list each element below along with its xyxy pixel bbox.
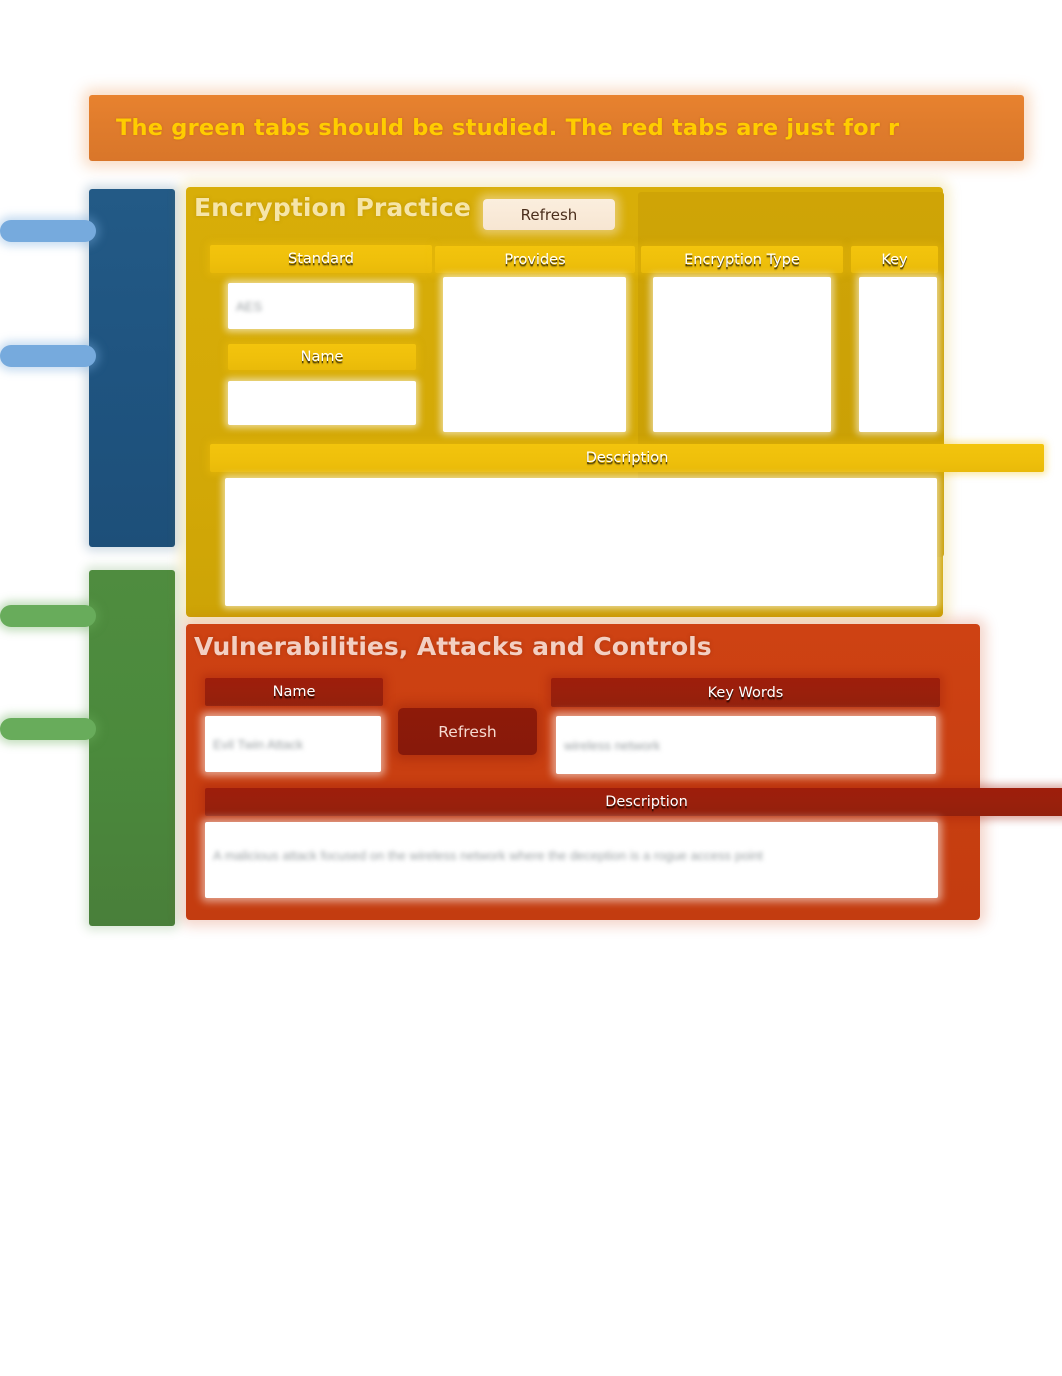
key-label: Key: [881, 251, 908, 268]
vuln-description-field-header: Description: [205, 788, 1062, 816]
notice-banner-text: The green tabs should be studied. The re…: [116, 115, 900, 141]
encryption-type-input[interactable]: [653, 277, 831, 432]
key-input[interactable]: [859, 277, 937, 432]
standard-value: AES: [236, 298, 263, 314]
vulnerabilities-title: Vulnerabilities, Attacks and Controls: [194, 632, 712, 661]
sidebar-tab-blue-1[interactable]: [0, 220, 96, 242]
key-words-value: wireless network: [564, 737, 661, 753]
vuln-description-label: Description: [605, 794, 688, 810]
sidebar-tab-column-blue[interactable]: [89, 189, 175, 547]
encryption-type-label: Encryption Type: [684, 251, 800, 268]
vuln-description-value: A malicious attack focused on the wirele…: [213, 848, 763, 863]
vuln-description-input[interactable]: A malicious attack focused on the wirele…: [205, 822, 938, 898]
vuln-name-field-header: Name: [205, 678, 383, 706]
standard-field-header: Standard: [210, 245, 432, 273]
key-words-input[interactable]: wireless network: [556, 716, 936, 774]
vuln-name-value: Evil Twin Attack: [213, 736, 304, 752]
encryption-name-label: Name: [300, 349, 344, 365]
encryption-refresh-button[interactable]: Refresh: [483, 199, 615, 230]
encryption-description-field-header: Description: [210, 444, 1044, 472]
provides-field-header: Provides: [435, 246, 635, 273]
encryption-type-field-header: Encryption Type: [641, 246, 843, 273]
provides-input[interactable]: [443, 277, 626, 432]
sidebar-tab-green-1[interactable]: [0, 605, 96, 627]
sidebar-tab-green-2[interactable]: [0, 718, 96, 740]
encryption-description-input[interactable]: [225, 478, 937, 606]
encryption-practice-title: Encryption Practice: [194, 193, 471, 222]
standard-input[interactable]: AES: [228, 283, 414, 329]
provides-label: Provides: [504, 251, 566, 268]
key-words-field-header: Key Words: [551, 678, 940, 707]
sidebar-tab-column-green[interactable]: [89, 570, 175, 926]
key-words-label: Key Words: [707, 684, 784, 701]
encryption-name-input[interactable]: [228, 381, 416, 425]
vuln-name-input[interactable]: Evil Twin Attack: [205, 716, 381, 772]
vuln-name-label: Name: [272, 684, 316, 700]
vulnerabilities-refresh-button[interactable]: Refresh: [398, 708, 537, 755]
encryption-description-label: Description: [585, 450, 669, 466]
sidebar-tab-blue-2[interactable]: [0, 345, 96, 367]
standard-label: Standard: [288, 251, 354, 267]
key-field-header: Key: [851, 246, 938, 273]
notice-banner: The green tabs should be studied. The re…: [89, 95, 1024, 161]
encryption-name-field-header: Name: [228, 344, 416, 370]
